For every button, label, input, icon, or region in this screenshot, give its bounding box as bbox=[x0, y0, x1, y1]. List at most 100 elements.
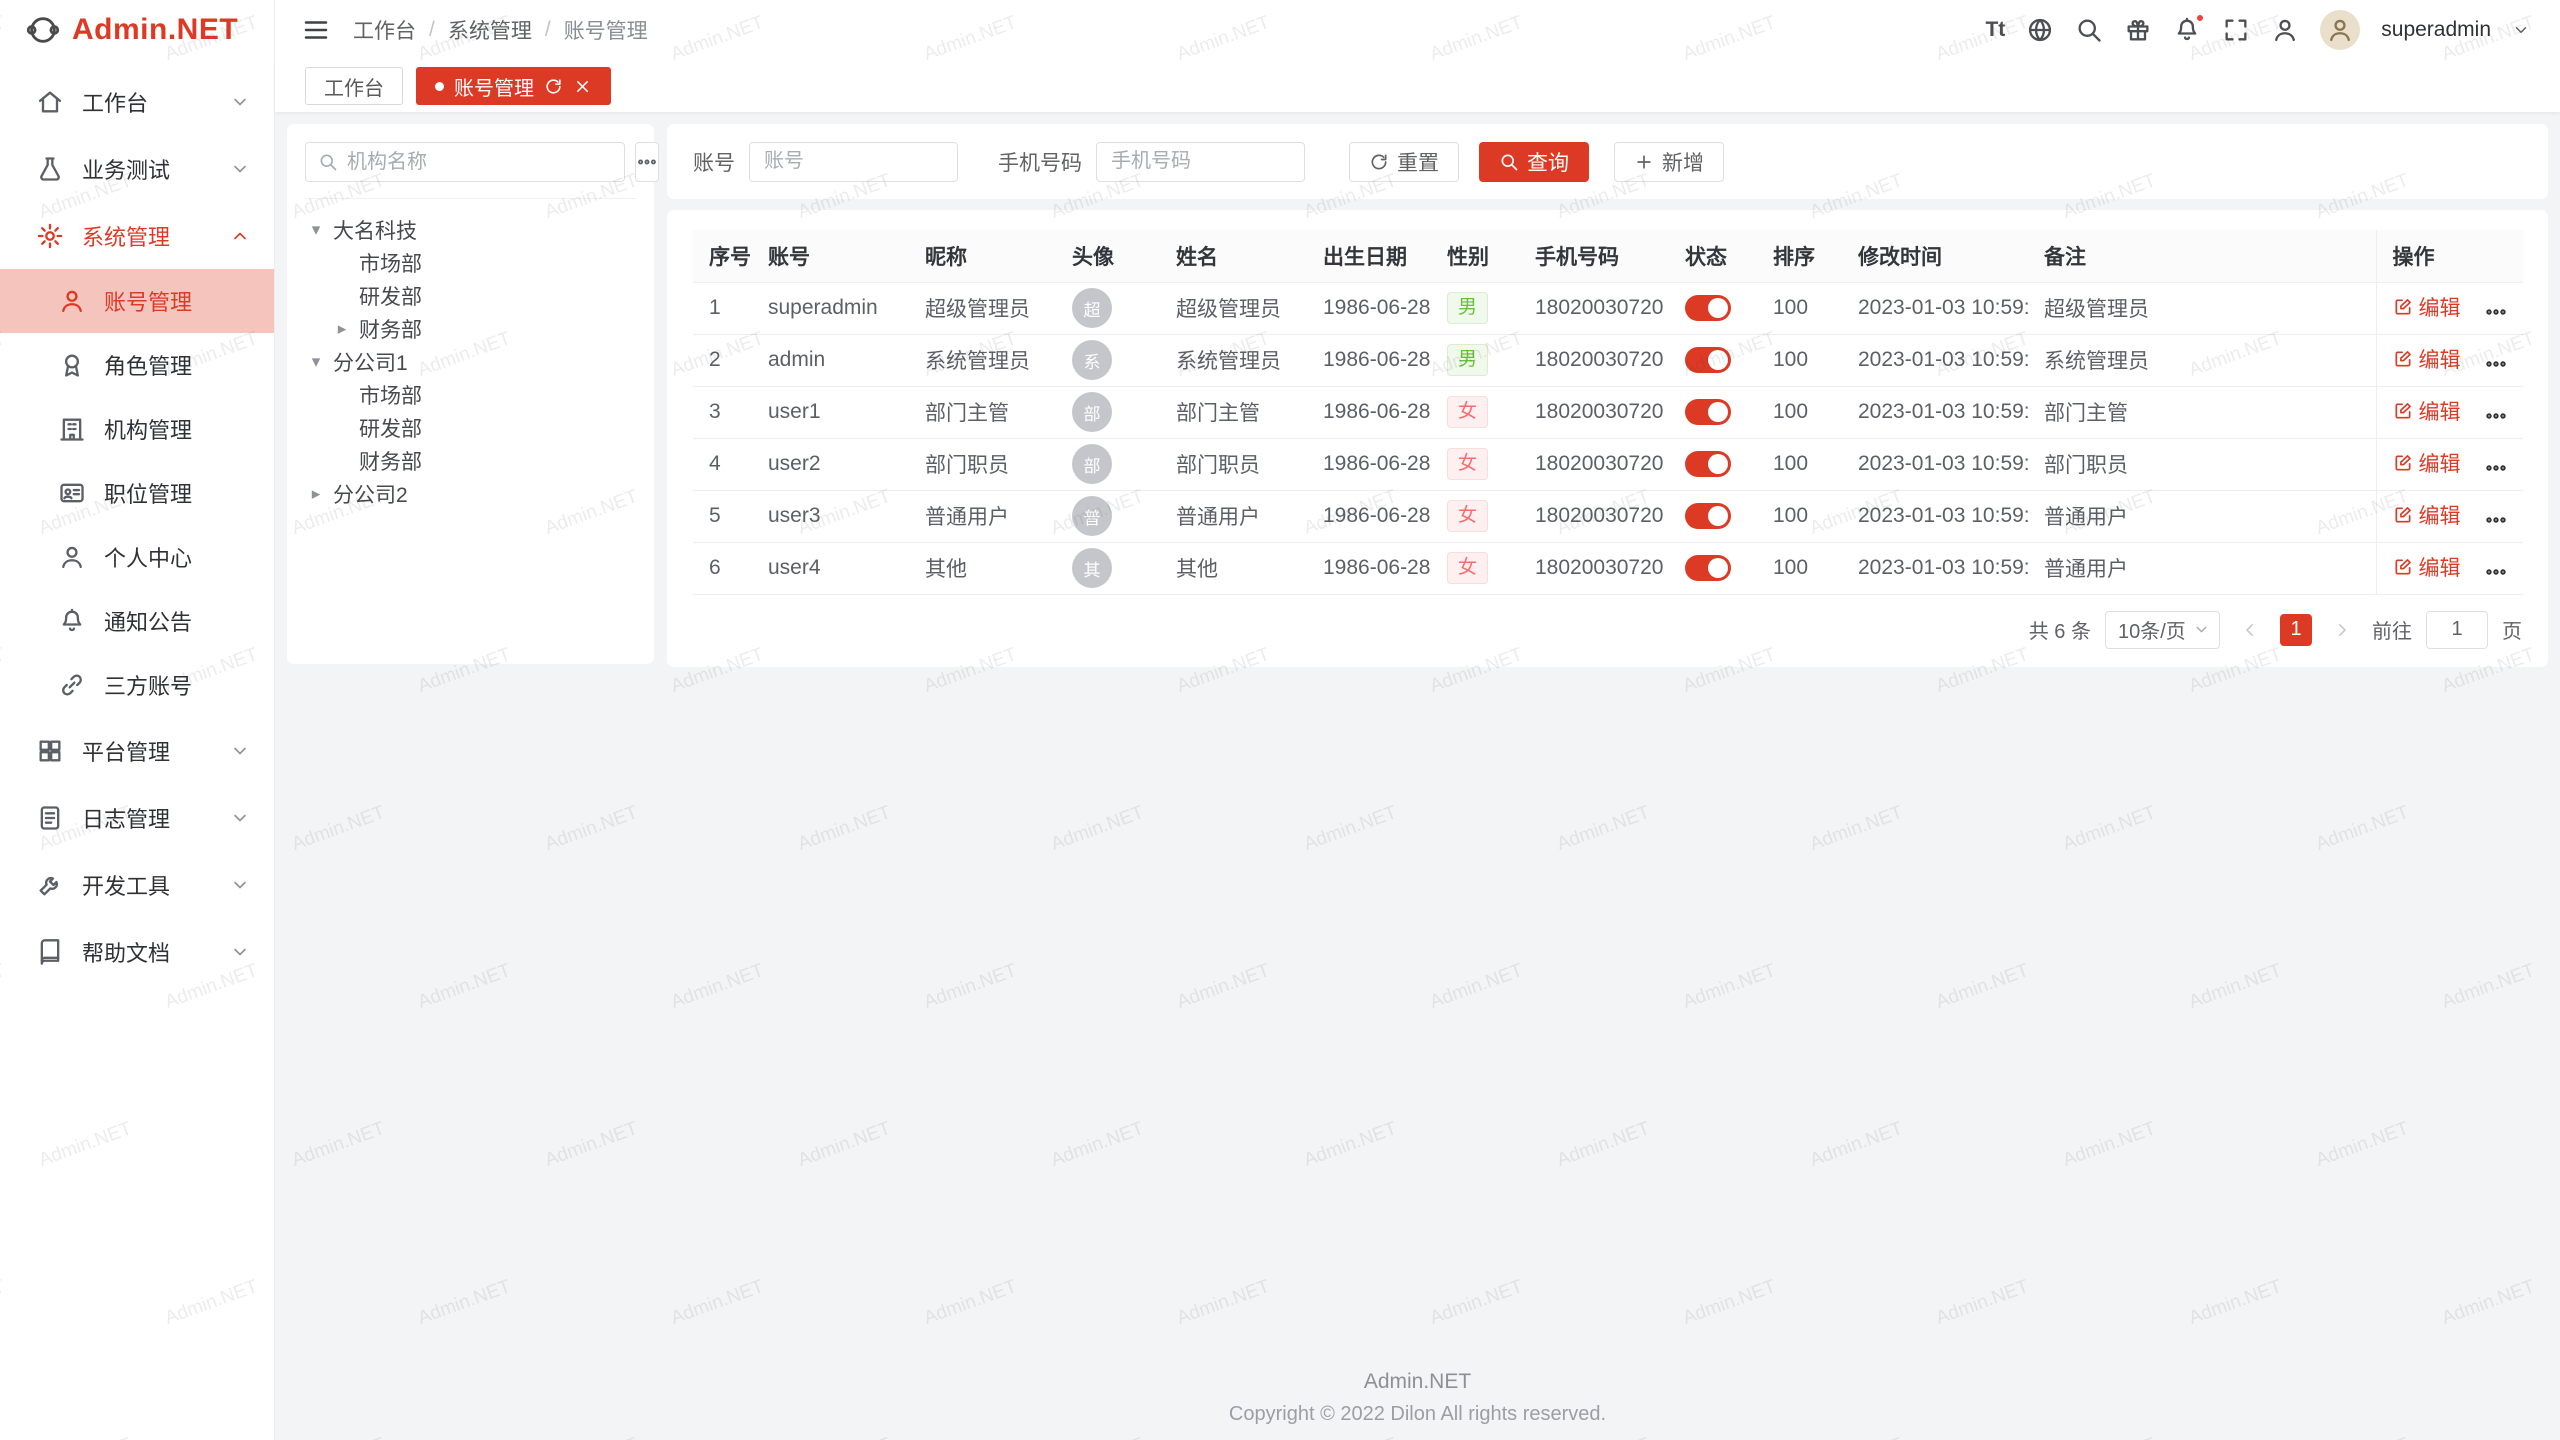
search-icon bbox=[318, 152, 338, 172]
language-icon[interactable] bbox=[2026, 16, 2054, 44]
tree-node[interactable]: ▸ 财务部 bbox=[305, 312, 636, 345]
chevron-down-icon[interactable] bbox=[2512, 21, 2530, 39]
tree-node[interactable]: ▾ 大名科技 bbox=[305, 213, 636, 246]
chevron-down-icon bbox=[230, 875, 250, 895]
sidebar-item-notice[interactable]: 通知公告 bbox=[0, 589, 274, 653]
breadcrumb-item[interactable]: 工作台 bbox=[353, 15, 416, 45]
sidebar-item-dev-tools[interactable]: 开发工具 bbox=[0, 851, 274, 918]
prev-page-button[interactable] bbox=[2234, 614, 2266, 646]
header: 工作台 / 系统管理 / 账号管理 Tt superadmin bbox=[275, 0, 2560, 60]
org-search-input[interactable] bbox=[347, 151, 612, 174]
org-tree-search-row bbox=[305, 142, 636, 199]
account-input[interactable] bbox=[749, 142, 958, 182]
sidebar-item-personal-center[interactable]: 个人中心 bbox=[0, 525, 274, 589]
bell-icon bbox=[58, 607, 86, 635]
table-row: 5 user3 普通用户 普 普通用户 1986-06-28 女 1802003… bbox=[693, 490, 2523, 542]
col-avatar: 头像 bbox=[1056, 230, 1160, 282]
theme-icon[interactable] bbox=[2124, 16, 2152, 44]
tree-node[interactable]: 研发部 bbox=[305, 279, 636, 312]
sidebar-item-label: 三方账号 bbox=[104, 669, 250, 701]
header-actions: Tt superadmin bbox=[1985, 10, 2530, 50]
footer-copyright: Copyright © 2022 Dilon All rights reserv… bbox=[275, 1403, 2560, 1426]
tree-node[interactable]: ▸ 分公司2 bbox=[305, 477, 636, 510]
sidebar: Admin.NET 工作台 业务测试 系统管理 账号管理 bbox=[0, 0, 275, 1440]
sidebar-item-business-test[interactable]: 业务测试 bbox=[0, 135, 274, 202]
notification-bell-icon[interactable] bbox=[2173, 16, 2201, 44]
close-icon[interactable] bbox=[573, 77, 592, 96]
cell-name: 部门主管 bbox=[1160, 386, 1307, 438]
more-actions-button[interactable] bbox=[2484, 456, 2508, 480]
font-size-icon[interactable]: Tt bbox=[1985, 16, 2005, 44]
chevron-down-icon bbox=[230, 741, 250, 761]
more-actions-button[interactable] bbox=[2484, 508, 2508, 532]
sidebar-item-label: 通知公告 bbox=[104, 605, 250, 637]
status-toggle[interactable] bbox=[1685, 503, 1731, 529]
sidebar-item-system-management[interactable]: 系统管理 bbox=[0, 202, 274, 269]
next-page-button[interactable] bbox=[2326, 614, 2358, 646]
sidebar-item-platform-management[interactable]: 平台管理 bbox=[0, 717, 274, 784]
tree-node[interactable]: 研发部 bbox=[305, 411, 636, 444]
cell-index: 2 bbox=[693, 334, 752, 386]
more-actions-button[interactable] bbox=[2484, 300, 2508, 324]
sidebar-item-third-party-account[interactable]: 三方账号 bbox=[0, 653, 274, 717]
edit-icon bbox=[2393, 557, 2413, 577]
col-modified-time: 修改时间 bbox=[1842, 230, 2028, 282]
sidebar-item-label: 业务测试 bbox=[82, 153, 212, 185]
edit-button[interactable]: 编辑 bbox=[2393, 344, 2461, 374]
cell-modified-time: 2023-01-03 10:59:44 bbox=[1842, 282, 2028, 334]
edit-button[interactable]: 编辑 bbox=[2393, 396, 2461, 426]
tree-node-label: 研发部 bbox=[359, 413, 422, 443]
footer-title: Admin.NET bbox=[275, 1370, 2560, 1394]
status-toggle[interactable] bbox=[1685, 347, 1731, 373]
user-icon[interactable] bbox=[2271, 16, 2299, 44]
status-toggle[interactable] bbox=[1685, 399, 1731, 425]
page-size-select[interactable]: 10条/页 bbox=[2105, 611, 2220, 649]
tree-node[interactable]: 财务部 bbox=[305, 444, 636, 477]
search-icon[interactable] bbox=[2075, 16, 2103, 44]
tree-node[interactable]: ▾ 分公司1 bbox=[305, 345, 636, 378]
link-icon bbox=[58, 671, 86, 699]
sidebar-item-label: 职位管理 bbox=[104, 477, 250, 509]
sidebar-item-account-management[interactable]: 账号管理 bbox=[0, 269, 274, 333]
cell-actions: 编辑 bbox=[2376, 386, 2523, 438]
tree-node-label: 研发部 bbox=[359, 281, 422, 311]
sidebar-item-log-management[interactable]: 日志管理 bbox=[0, 784, 274, 851]
refresh-icon[interactable] bbox=[544, 77, 563, 96]
sidebar-item-help-docs[interactable]: 帮助文档 bbox=[0, 918, 274, 985]
status-toggle[interactable] bbox=[1685, 295, 1731, 321]
status-toggle[interactable] bbox=[1685, 555, 1731, 581]
edit-button[interactable]: 编辑 bbox=[2393, 552, 2461, 582]
cell-account: user3 bbox=[752, 490, 909, 542]
edit-button[interactable]: 编辑 bbox=[2393, 292, 2461, 322]
sidebar-item-role-management[interactable]: 角色管理 bbox=[0, 333, 274, 397]
status-toggle[interactable] bbox=[1685, 451, 1731, 477]
tree-node-label: 分公司2 bbox=[333, 479, 408, 509]
more-actions-button[interactable] bbox=[2484, 404, 2508, 428]
more-actions-button[interactable] bbox=[2484, 560, 2508, 584]
edit-button[interactable]: 编辑 bbox=[2393, 448, 2461, 478]
tab-account-management[interactable]: 账号管理 bbox=[416, 67, 611, 105]
phone-input[interactable] bbox=[1096, 142, 1305, 182]
cell-birthdate: 1986-06-28 bbox=[1307, 282, 1431, 334]
avatar[interactable] bbox=[2320, 10, 2360, 50]
fullscreen-icon[interactable] bbox=[2222, 16, 2250, 44]
search-button[interactable]: 查询 bbox=[1479, 142, 1589, 182]
cell-phone: 18020030720 bbox=[1519, 386, 1669, 438]
username[interactable]: superadmin bbox=[2381, 18, 2491, 42]
tree-node[interactable]: 市场部 bbox=[305, 378, 636, 411]
more-actions-button[interactable] bbox=[2484, 352, 2508, 376]
tab-workbench[interactable]: 工作台 bbox=[305, 67, 403, 105]
sidebar-item-position-management[interactable]: 职位管理 bbox=[0, 461, 274, 525]
edit-button[interactable]: 编辑 bbox=[2393, 500, 2461, 530]
sidebar-item-workbench[interactable]: 工作台 bbox=[0, 68, 274, 135]
sidebar-item-org-management[interactable]: 机构管理 bbox=[0, 397, 274, 461]
goto-page-input[interactable] bbox=[2426, 611, 2488, 649]
breadcrumb-item[interactable]: 系统管理 bbox=[448, 15, 532, 45]
add-button[interactable]: 新增 bbox=[1614, 142, 1724, 182]
hamburger-menu-icon[interactable] bbox=[301, 15, 331, 45]
cell-phone: 18020030720 bbox=[1519, 490, 1669, 542]
reset-button[interactable]: 重置 bbox=[1349, 142, 1459, 182]
tree-node[interactable]: 市场部 bbox=[305, 246, 636, 279]
page-number-button[interactable]: 1 bbox=[2280, 614, 2312, 646]
tree-more-button[interactable] bbox=[635, 142, 659, 182]
